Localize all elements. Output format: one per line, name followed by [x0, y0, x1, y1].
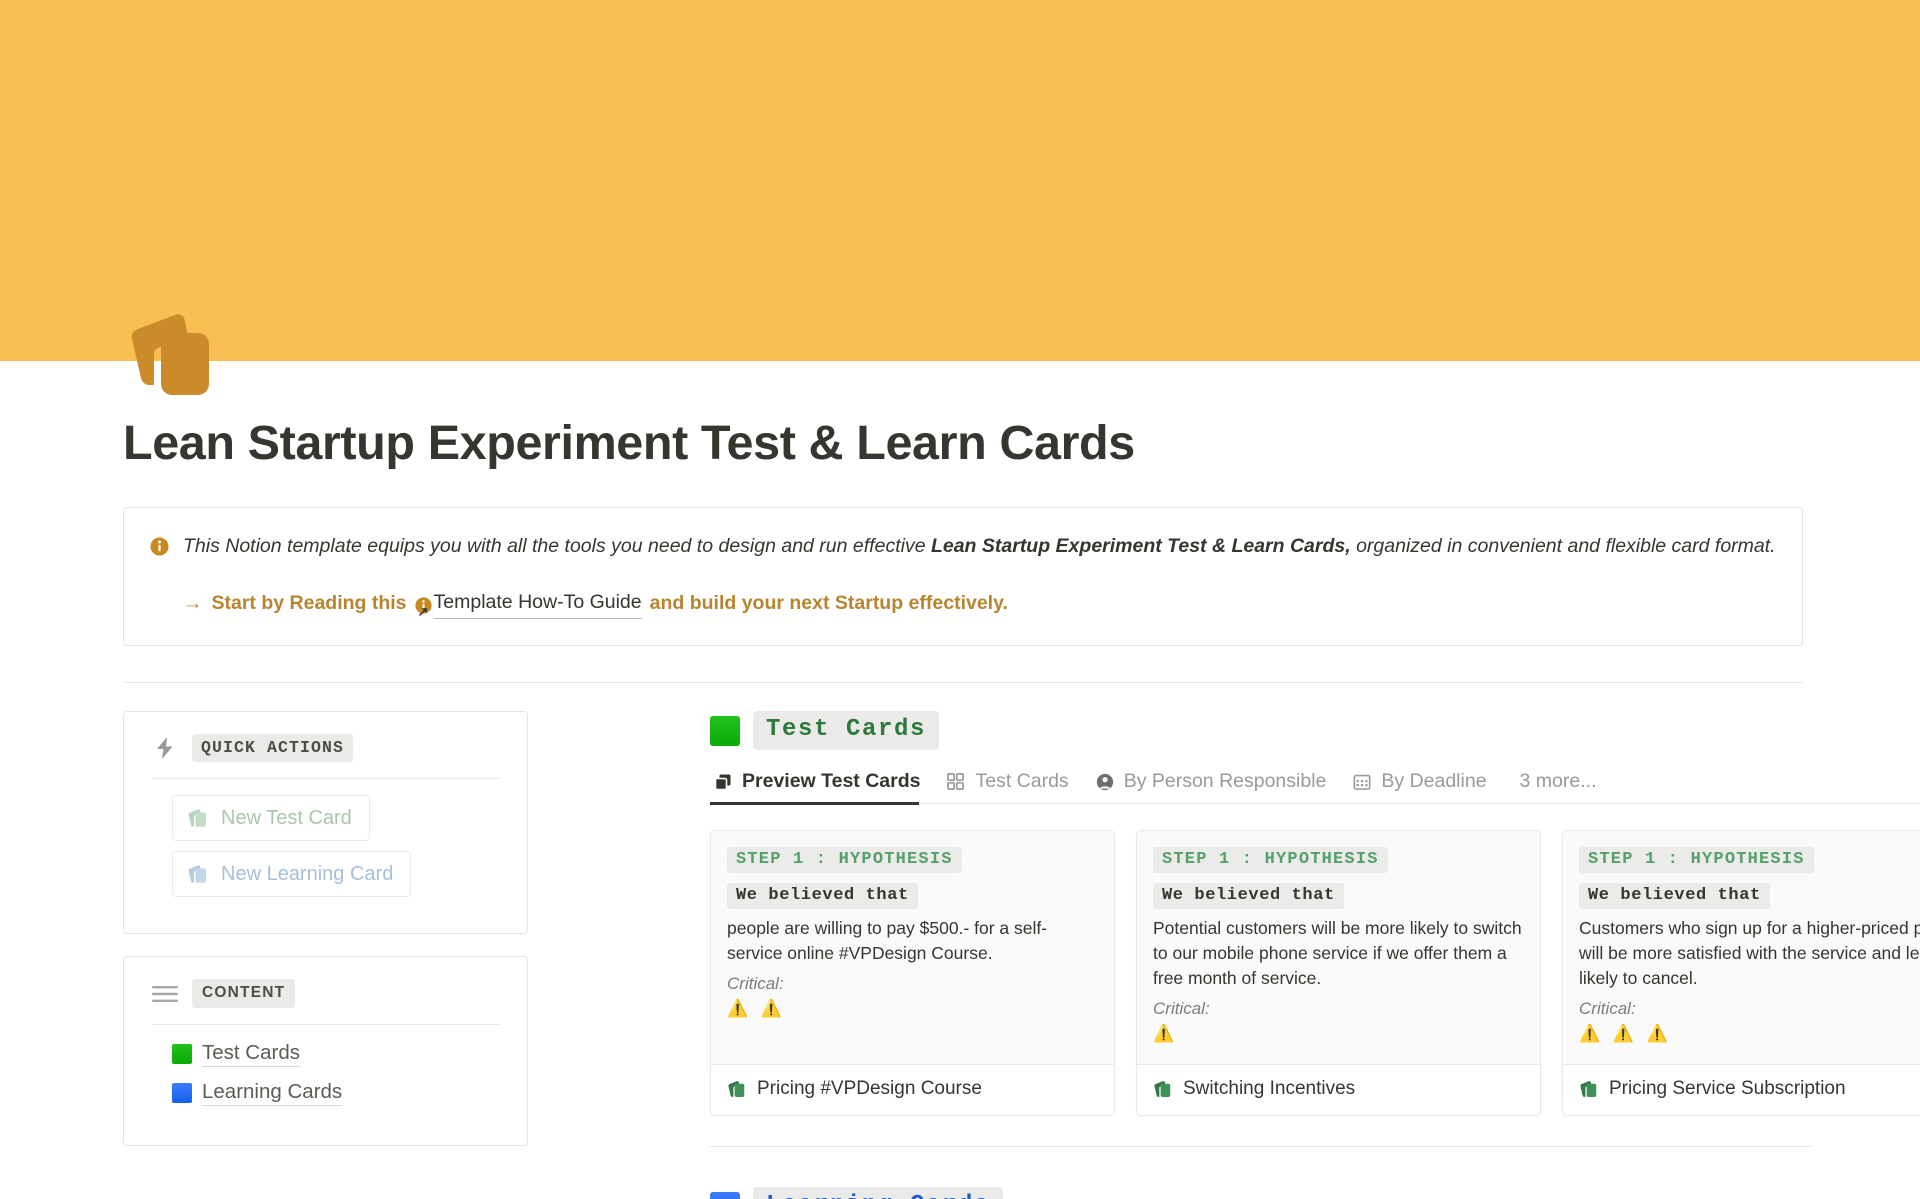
new-learning-card-label: New Learning Card	[221, 863, 394, 886]
page-cover-banner	[0, 0, 1920, 361]
cards-icon-green	[187, 807, 209, 829]
tab-by-person-responsible[interactable]: By Person Responsible	[1092, 766, 1338, 803]
tab-by-person-responsible-label: By Person Responsible	[1123, 770, 1327, 793]
gallery-card-grid: STEP 1 : HYPOTHESIS We believed that peo…	[710, 830, 1920, 1117]
card-title: Pricing Service Subscription	[1609, 1078, 1846, 1100]
card-belief-chip: We believed that	[1579, 883, 1770, 910]
arrow-right-icon: →	[183, 591, 203, 614]
content-link-learning-cards[interactable]: Learning Cards	[172, 1080, 343, 1107]
card-properties: STEP 1 : HYPOTHESIS We believed that Cus…	[1563, 831, 1920, 1065]
menu-icon	[152, 981, 178, 1007]
blue-square-icon	[172, 1083, 192, 1104]
card-footer[interactable]: Switching Incentives	[1137, 1064, 1540, 1116]
callout-text-after: organized in convenient and flexible car…	[1350, 535, 1776, 558]
card-properties: STEP 1 : HYPOTHESIS We believed that Pot…	[1137, 831, 1540, 1065]
card-critical-label: Critical:	[1579, 998, 1636, 1018]
divider	[123, 682, 1803, 684]
database-header: Test Cards	[710, 711, 1920, 751]
card-step-chip: STEP 1 : HYPOTHESIS	[1153, 847, 1388, 874]
content-link-test-cards-label: Test Cards	[202, 1041, 300, 1068]
tab-by-deadline[interactable]: By Deadline	[1349, 766, 1497, 803]
callout-text-before: This Notion template equips you with all…	[183, 535, 931, 558]
tab-preview-test-cards[interactable]: Preview Test Cards	[710, 766, 931, 805]
link-arrow-icon: ↗	[417, 603, 429, 619]
page-content: Lean Startup Experiment Test & Learn Car…	[0, 361, 1920, 1199]
database-view-tabs: Preview Test Cards Test Cards By Person …	[710, 766, 1920, 805]
guide-link-label: Template How-To Guide	[433, 590, 642, 613]
content-panel: CONTENT Test Cards Learning Cards	[123, 956, 528, 1147]
tab-test-cards[interactable]: Test Cards	[943, 766, 1079, 803]
blue-square-icon	[710, 1191, 740, 1199]
gallery-card[interactable]: STEP 1 : HYPOTHESIS We believed that Cus…	[1562, 830, 1920, 1117]
notion-page: Lean Startup Experiment Test & Learn Car…	[0, 0, 1920, 1199]
card-step-chip: STEP 1 : HYPOTHESIS	[1579, 847, 1814, 874]
tab-more[interactable]: 3 more...	[1510, 766, 1608, 803]
gallery-icon	[714, 772, 734, 792]
callout-cta: → Start by Reading this ↗ Template How-To…	[150, 588, 1776, 620]
card-body-text: Potential customers will be more likely …	[1153, 918, 1522, 988]
database-column: Test Cards Preview Test Cards Test Cards…	[528, 711, 1920, 1199]
intro-callout: This Notion template equips you with all…	[123, 507, 1803, 647]
card-body-text: Customers who sign up for a higher-price…	[1579, 918, 1920, 988]
green-square-icon	[710, 715, 740, 746]
grid-icon	[947, 772, 967, 792]
card-critical-icons: ⚠️ ⚠️ ⚠️	[1579, 1023, 1672, 1043]
green-square-icon	[172, 1044, 192, 1065]
cards-icon-blue	[187, 863, 209, 885]
card-belief-chip: We believed that	[1153, 883, 1344, 910]
new-learning-card-button[interactable]: New Learning Card	[172, 851, 412, 898]
card-title: Pricing #VPDesign Course	[757, 1078, 982, 1100]
tab-more-label: 3 more...	[1519, 770, 1597, 793]
tab-test-cards-label: Test Cards	[975, 770, 1069, 793]
card-critical-icons: ⚠️	[1153, 1023, 1179, 1043]
database-title[interactable]: Test Cards	[753, 711, 940, 751]
content-link-learning-cards-label: Learning Cards	[202, 1080, 343, 1107]
card-critical-label: Critical:	[1153, 998, 1210, 1018]
cards-icon-green	[1579, 1079, 1599, 1099]
callout-text: This Notion template equips you with all…	[183, 532, 1776, 562]
card-properties: STEP 1 : HYPOTHESIS We believed that peo…	[711, 831, 1114, 1065]
card-footer[interactable]: Pricing Service Subscription	[1563, 1064, 1920, 1116]
callout-text-bold: Lean Startup Experiment Test & Learn Car…	[930, 535, 1351, 558]
card-body-text: people are willing to pay $500.- for a s…	[727, 918, 1048, 963]
info-icon	[150, 537, 169, 556]
left-sidebar-column: QUICK ACTIONS New Test Card New Learning…	[123, 711, 528, 1199]
card-step-chip: STEP 1 : HYPOTHESIS	[727, 847, 962, 874]
cards-icon-green	[727, 1079, 747, 1099]
next-database-title[interactable]: Learning Cards	[753, 1187, 1004, 1199]
card-belief-chip: We believed that	[727, 883, 918, 910]
cta-text-before: Start by Reading this	[211, 591, 407, 614]
cards-icon-green	[1153, 1079, 1173, 1099]
tab-preview-test-cards-label: Preview Test Cards	[742, 770, 921, 793]
calendar-icon	[1353, 772, 1373, 792]
content-title: CONTENT	[192, 979, 296, 1009]
gallery-card[interactable]: STEP 1 : HYPOTHESIS We believed that peo…	[710, 830, 1115, 1117]
card-footer[interactable]: Pricing #VPDesign Course	[711, 1064, 1114, 1116]
template-how-to-guide-link[interactable]: ↗ Template How-To Guide	[418, 588, 642, 620]
page-title: Lean Startup Experiment Test & Learn Car…	[123, 416, 1135, 470]
next-database-header: Learning Cards	[710, 1187, 1920, 1199]
section-divider	[710, 1146, 1812, 1148]
new-test-card-button[interactable]: New Test Card	[172, 795, 370, 842]
quick-actions-panel: QUICK ACTIONS New Test Card New Learning…	[123, 711, 528, 935]
cta-text-after: and build your next Startup effectively.	[649, 591, 1008, 614]
card-critical-icons: ⚠️ ⚠️	[727, 998, 787, 1018]
tab-by-deadline-label: By Deadline	[1381, 770, 1487, 793]
lightning-icon	[152, 735, 178, 761]
card-critical-label: Critical:	[727, 973, 784, 993]
person-icon	[1096, 772, 1116, 792]
quick-actions-title: QUICK ACTIONS	[192, 734, 354, 763]
card-title: Switching Incentives	[1183, 1078, 1356, 1100]
gallery-card[interactable]: STEP 1 : HYPOTHESIS We believed that Pot…	[1136, 830, 1541, 1117]
content-link-test-cards[interactable]: Test Cards	[172, 1041, 300, 1068]
new-test-card-label: New Test Card	[221, 807, 352, 830]
